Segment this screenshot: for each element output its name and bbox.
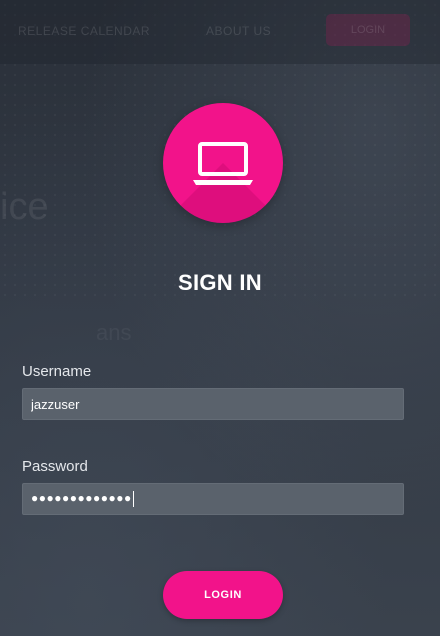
nav-link-about-us[interactable]: ABOUT US — [206, 24, 271, 38]
nav-link-release-calendar[interactable]: RELEASE CALENDAR — [18, 24, 150, 38]
sign-in-title: SIGN IN — [178, 270, 262, 295]
password-label: Password — [22, 458, 88, 475]
background-blurred-heading: ice — [0, 186, 49, 228]
password-input[interactable] — [22, 483, 404, 515]
username-label: Username — [22, 363, 92, 380]
username-input[interactable] — [22, 388, 404, 420]
avatar-badge — [163, 103, 283, 223]
top-navigation: RELEASE CALENDAR ABOUT US LOGIN — [0, 0, 440, 64]
background-blurred-text: ans — [96, 320, 132, 345]
login-button[interactable]: LOGIN — [163, 571, 283, 619]
nav-login-button[interactable]: LOGIN — [326, 14, 410, 46]
laptop-icon — [193, 142, 253, 185]
